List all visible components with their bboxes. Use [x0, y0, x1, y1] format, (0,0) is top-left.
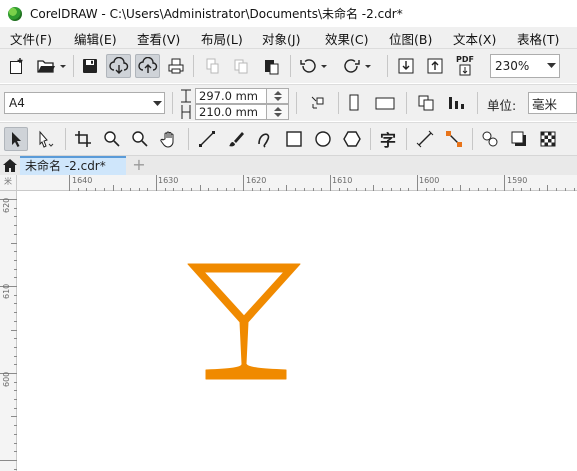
connector-tool-icon[interactable] [442, 127, 466, 151]
property-bar: A4 297.0 mm 210.0 mm 单位: 毫米 [0, 84, 577, 121]
drop-shadow-icon[interactable] [507, 127, 531, 151]
print-icon[interactable] [165, 54, 187, 78]
zoom-level-value: 230% [495, 59, 530, 73]
ruler-tick-label: 1590 [507, 176, 528, 185]
cloud-upload-icon[interactable] [135, 54, 160, 78]
horizontal-ruler[interactable]: 1640 1630 1620 1610 1600 1590 [17, 175, 577, 191]
ruler-tick-label: 1640 [72, 176, 93, 185]
artistic-media-icon[interactable] [224, 127, 248, 151]
page-height-spinner[interactable] [267, 104, 289, 120]
menu-view[interactable]: 查看(V) [137, 29, 180, 48]
ruler-origin[interactable]: 米 [0, 175, 17, 191]
current-page-icon[interactable] [444, 91, 468, 115]
document-tab[interactable]: 未命名 -2.cdr* [20, 156, 126, 175]
shape-tool-icon[interactable] [33, 127, 59, 151]
ruler-tick-label: 620 [2, 197, 11, 213]
ruler-tick-label: 1600 [419, 176, 440, 185]
menu-bitmaps[interactable]: 位图(B) [389, 29, 432, 48]
ruler-units-glyph: 米 [4, 177, 12, 186]
menu-edit[interactable]: 编辑(E) [74, 29, 117, 48]
menu-object[interactable]: 对象(J) [262, 29, 300, 48]
units-value: 毫米 [532, 96, 558, 112]
page-height-field[interactable]: 210.0 mm [195, 104, 267, 120]
menu-table[interactable]: 表格(T) [517, 29, 559, 48]
page-width-spinner[interactable] [267, 88, 289, 104]
redo-icon[interactable] [340, 54, 374, 78]
horizontal-ruler-ticks [69, 175, 575, 191]
page-size-value: A4 [9, 96, 25, 110]
dimension-tool-icon[interactable] [413, 127, 437, 151]
all-pages-icon[interactable] [414, 91, 438, 115]
zoom-tool-icon[interactable] [100, 127, 124, 151]
vertical-ruler[interactable]: 620 610 600 [0, 191, 17, 471]
menu-file[interactable]: 文件(F) [10, 29, 52, 48]
document-tab-bar: 未命名 -2.cdr* + [0, 155, 577, 175]
ruler-tick-label: 610 [2, 283, 11, 299]
cocktail-glass-icon[interactable] [187, 263, 301, 380]
title-bar: CorelDRAW - C:\Users\Administrator\Docum… [0, 0, 577, 27]
export-icon[interactable] [424, 54, 446, 78]
zoom-level-select[interactable]: 230% [490, 54, 560, 78]
export-pdf-icon[interactable]: PDF [452, 54, 478, 78]
chevron-down-icon[interactable] [543, 55, 559, 77]
copy-icon[interactable] [230, 54, 252, 78]
open-icon[interactable] [34, 54, 68, 78]
standard-toolbar: PDF 230% [0, 48, 577, 83]
rectangle-tool-icon[interactable] [282, 127, 306, 151]
bezier-tool-icon[interactable] [253, 127, 277, 151]
import-icon[interactable] [395, 54, 417, 78]
ruler-tick-label: 1620 [246, 176, 267, 185]
toolbox: 字 [0, 122, 577, 155]
units-select[interactable]: 毫米 [528, 92, 577, 114]
menu-bar: 文件(F) 编辑(E) 查看(V) 布局(L) 对象(J) 效果(C) 位图(B… [0, 27, 577, 48]
landscape-icon[interactable] [372, 91, 398, 115]
chevron-down-icon[interactable] [153, 96, 162, 113]
ruler-tick-label: 1630 [158, 176, 179, 185]
page-width-field[interactable]: 297.0 mm [195, 88, 267, 104]
page-height-icon [180, 104, 192, 123]
home-icon[interactable] [0, 156, 20, 175]
undo-icon[interactable] [296, 54, 330, 78]
cloud-download-icon[interactable] [106, 54, 131, 78]
units-label: 单位: [487, 98, 517, 113]
ruler-tick-label: 1610 [332, 176, 353, 185]
paper-orientation-icon[interactable] [306, 91, 330, 115]
pick-tool-icon[interactable] [4, 127, 28, 151]
polygon-tool-icon[interactable] [340, 127, 364, 151]
pan-tool-icon[interactable] [157, 127, 181, 151]
menu-text[interactable]: 文本(X) [453, 29, 496, 48]
portrait-icon[interactable] [343, 91, 365, 115]
coreldraw-logo-icon [8, 6, 22, 21]
text-tool-icon[interactable]: 字 [376, 127, 400, 151]
new-document-icon[interactable] [6, 54, 28, 78]
save-icon[interactable] [79, 54, 101, 78]
menu-effects[interactable]: 效果(C) [325, 29, 368, 48]
vertical-ruler-ticks [0, 199, 17, 470]
paste-icon[interactable] [260, 54, 282, 78]
cut-icon[interactable] [201, 54, 223, 78]
drawing-canvas[interactable] [18, 192, 577, 471]
add-tab-icon[interactable]: + [130, 157, 148, 174]
pdf-label: PDF [456, 55, 474, 64]
ellipse-tool-icon[interactable] [311, 127, 335, 151]
window-title: CorelDRAW - C:\Users\Administrator\Docum… [30, 7, 403, 21]
transparency-tool-icon[interactable] [536, 127, 560, 151]
page-size-select[interactable]: A4 [4, 92, 165, 114]
freehand-tool-icon[interactable] [195, 127, 219, 151]
zoom-out-icon[interactable] [128, 127, 152, 151]
crop-tool-icon[interactable] [71, 127, 95, 151]
blend-tool-icon[interactable] [478, 127, 502, 151]
ruler-tick-label: 600 [2, 371, 11, 387]
menu-layout[interactable]: 布局(L) [201, 29, 243, 48]
